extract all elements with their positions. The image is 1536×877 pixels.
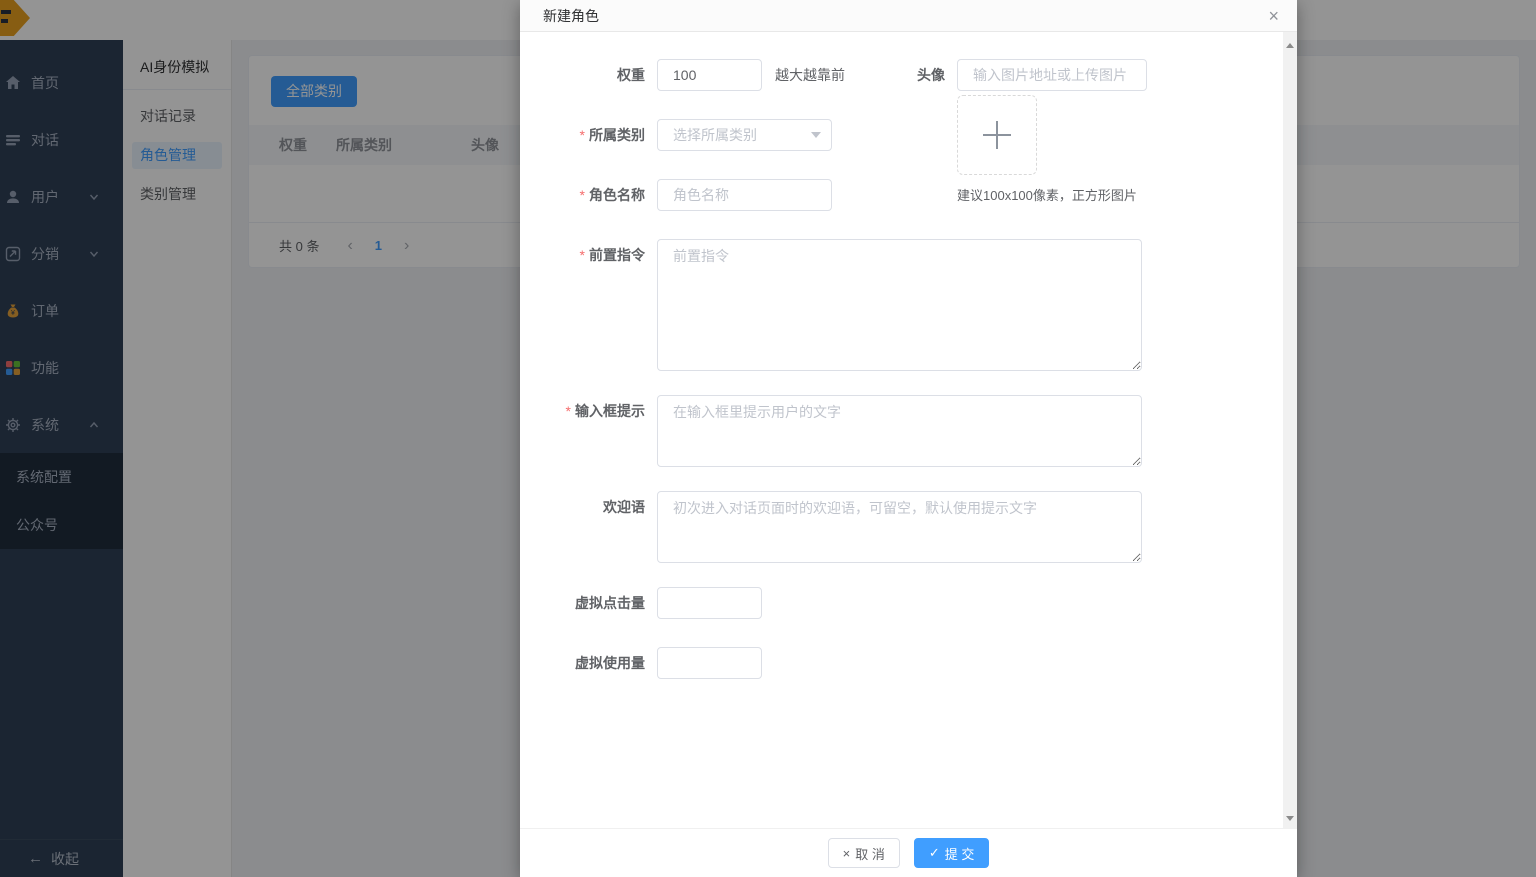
input-tip-textarea[interactable] — [657, 395, 1142, 467]
submit-button[interactable]: ✓ 提 交 — [914, 838, 990, 868]
role-name-label: 角色名称 — [520, 179, 657, 211]
dialog-footer: × 取 消 ✓ 提 交 — [520, 828, 1297, 877]
close-icon: × — [843, 846, 851, 861]
prompt-textarea[interactable] — [657, 239, 1142, 371]
category-label: 所属类别 — [520, 119, 657, 151]
virtual-clicks-input[interactable] — [657, 587, 762, 619]
scroll-down-icon[interactable] — [1286, 816, 1294, 821]
avatar-label: 头像 — [820, 59, 957, 204]
virtual-usage-input[interactable] — [657, 647, 762, 679]
virtual-usage-label: 虚拟使用量 — [520, 647, 657, 679]
check-icon: ✓ — [929, 845, 940, 861]
role-name-input[interactable] — [657, 179, 832, 211]
dialog-header: 新建角色 × — [520, 0, 1297, 32]
input-tip-label: 输入框提示 — [520, 395, 657, 427]
submit-label: 提 交 — [945, 844, 975, 863]
virtual-clicks-label: 虚拟点击量 — [520, 587, 657, 619]
new-role-dialog: 新建角色 × 权重 越大越靠前 头像 建议100x100像素，正方形图片 — [520, 0, 1297, 877]
weight-label: 权重 — [520, 59, 657, 91]
cancel-label: 取 消 — [855, 844, 885, 863]
app-root: 首页 对话 用户 分销 — [0, 0, 1536, 877]
chevron-down-icon — [811, 132, 821, 138]
avatar-upload-dropzone[interactable] — [957, 95, 1037, 175]
form-row-virtual-clicks: 虚拟点击量 — [520, 587, 1267, 619]
form-row-welcome: 欢迎语 — [520, 491, 1267, 563]
close-icon[interactable]: × — [1268, 7, 1279, 25]
dialog-scrollbar[interactable] — [1283, 32, 1297, 828]
category-select[interactable]: 选择所属类别 — [657, 119, 832, 151]
scroll-up-icon[interactable] — [1286, 43, 1294, 48]
prompt-label: 前置指令 — [520, 239, 657, 271]
dialog-title: 新建角色 — [543, 6, 599, 26]
welcome-label: 欢迎语 — [520, 491, 657, 523]
form-row-avatar: 头像 建议100x100像素，正方形图片 — [820, 59, 1147, 204]
plus-icon — [996, 121, 998, 149]
form-row-input-tip: 输入框提示 — [520, 395, 1267, 467]
avatar-size-hint: 建议100x100像素，正方形图片 — [957, 185, 1147, 204]
category-select-placeholder: 选择所属类别 — [673, 127, 757, 143]
form-row-virtual-usage: 虚拟使用量 — [520, 647, 1267, 679]
form-row-prompt: 前置指令 — [520, 239, 1267, 371]
cancel-button[interactable]: × 取 消 — [828, 838, 900, 868]
avatar-url-input[interactable] — [957, 59, 1147, 91]
weight-input[interactable] — [657, 59, 762, 91]
welcome-textarea[interactable] — [657, 491, 1142, 563]
dialog-body: 权重 越大越靠前 头像 建议100x100像素，正方形图片 所属类别 — [520, 32, 1297, 828]
